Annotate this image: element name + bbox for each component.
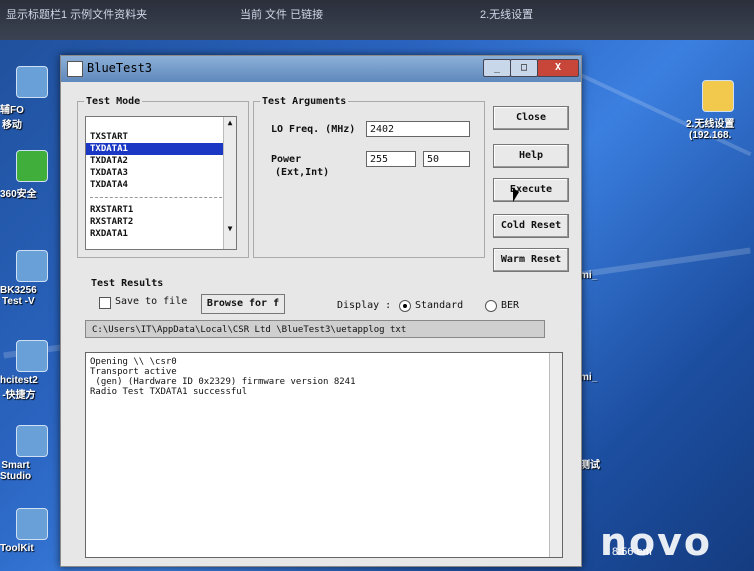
shield-icon	[16, 150, 48, 182]
desktop-icon-label: 360安全	[0, 189, 37, 200]
desktop-icon[interactable]: 360安全	[0, 150, 64, 200]
bluetest-window: BlueTest3 _ □ X Test Mode TXSTART TXDATA…	[60, 55, 582, 567]
clock: 8:56 em	[612, 546, 652, 558]
desktop-icon[interactable]: 辅FO 移动	[0, 66, 64, 131]
close-window-button[interactable]: X	[537, 59, 579, 77]
desktop-icon[interactable]: BK3256 Test -V	[0, 250, 64, 307]
desktop-icon[interactable]: 2.无线设置 (192.168.	[686, 80, 750, 141]
log-scrollbar[interactable]	[549, 353, 562, 557]
mouse-cursor-icon	[513, 188, 519, 202]
browse-button[interactable]: Browse for f	[201, 294, 285, 314]
warm-reset-button[interactable]: Warm Reset	[493, 248, 569, 272]
close-button[interactable]: Close	[493, 106, 569, 130]
list-item[interactable]: RXSTART1	[86, 204, 236, 216]
log-line: Radio Test TXDATA1 successful	[90, 387, 248, 397]
test-mode-legend: Test Mode	[86, 96, 141, 107]
log-line: (gen) (Hardware ID 0x2329) firmware vers…	[90, 377, 356, 387]
desktop-icon-label: ToolKit	[0, 543, 34, 554]
desktop-icon-label: 2.无线设置 (192.168.	[686, 119, 735, 141]
test-arguments-legend: Test Arguments	[262, 96, 347, 107]
desktop-icon-label: 辅FO 移动	[0, 105, 24, 131]
save-to-file-label: Save to file	[115, 296, 188, 307]
list-item[interactable]: TXDATA2	[86, 155, 236, 167]
app-icon	[16, 250, 48, 282]
app-icon	[16, 340, 48, 372]
desktop-icon[interactable]: Smart Studio	[0, 425, 64, 482]
test-mode-list[interactable]: TXSTART TXDATA1 TXDATA2 TXDATA3 TXDATA4 …	[85, 116, 237, 250]
list-scrollbar[interactable]: ▲ ▼	[223, 117, 236, 249]
power-ext-input[interactable]: 255	[366, 151, 416, 167]
list-item[interactable]: TXDATA4	[86, 179, 236, 191]
folder-icon	[16, 66, 48, 98]
list-item[interactable]: TXSTART	[86, 131, 236, 143]
desktop-icon-label: 测试	[580, 460, 600, 471]
list-item[interactable]: RXSTART2	[86, 216, 236, 228]
app-icon	[16, 508, 48, 540]
top-strip: 显示标题栏1 示例文件资料夹 当前 文件 已链接 2.无线设置	[0, 0, 754, 40]
desktop-icon-label: mi_	[580, 372, 598, 383]
power-int-input[interactable]: 50	[423, 151, 470, 167]
desktop-icon[interactable]: hcitest2 -快捷方	[0, 340, 64, 401]
log-path-field[interactable]: C:\Users\IT\AppData\Local\CSR Ltd \BlueT…	[85, 320, 545, 338]
display-label: Display :	[337, 300, 392, 311]
app-icon	[67, 61, 83, 77]
top-strip-text-2: 当前 文件 已链接	[240, 9, 324, 21]
ber-radio[interactable]	[485, 300, 497, 312]
list-item[interactable]: RXDATA1	[86, 228, 236, 240]
ber-label: BER	[501, 300, 520, 311]
standard-radio[interactable]	[399, 300, 411, 312]
log-line: Transport active	[90, 367, 177, 377]
lo-freq-label: LO Freq. (MHz)	[271, 124, 356, 135]
log-line: Opening \\ \csr0	[90, 357, 177, 367]
lo-freq-input[interactable]: 2402	[366, 121, 470, 137]
execute-button[interactable]: Execute	[493, 178, 569, 202]
list-separator	[90, 191, 232, 198]
maximize-button[interactable]: □	[510, 59, 538, 77]
desktop-icon[interactable]: ToolKit	[0, 508, 64, 554]
results-log[interactable]: Opening \\ \csr0 Transport active (gen) …	[85, 352, 563, 558]
title-bar[interactable]: BlueTest3 _ □ X	[61, 56, 581, 82]
power-label: Power	[271, 154, 302, 165]
top-strip-text-3: 2.无线设置	[480, 9, 534, 21]
list-item[interactable]: TXDATA3	[86, 167, 236, 179]
cold-reset-button[interactable]: Cold Reset	[493, 214, 569, 238]
scroll-down-icon[interactable]: ▼	[224, 223, 236, 235]
app-icon	[16, 425, 48, 457]
save-to-file-checkbox[interactable]	[99, 297, 111, 309]
top-strip-text-1: 显示标题栏1 示例文件资料夹	[6, 9, 148, 21]
desktop-icon-label: Smart Studio	[0, 460, 32, 482]
help-button[interactable]: Help	[493, 144, 569, 168]
minimize-button[interactable]: _	[483, 59, 511, 77]
desktop-icon-label: BK3256 Test -V	[0, 285, 37, 307]
test-results-legend: Test Results	[91, 278, 164, 289]
folder-icon	[702, 80, 734, 112]
desktop-icon-label: mi_	[580, 270, 598, 281]
desktop-icon-label: hcitest2 -快捷方	[0, 375, 38, 401]
standard-label: Standard	[415, 300, 464, 311]
window-title: BlueTest3	[87, 61, 153, 75]
power-sublabel: (Ext,Int)	[275, 167, 330, 178]
list-item-selected[interactable]: TXDATA1	[86, 143, 236, 155]
scroll-up-icon[interactable]: ▲	[224, 117, 236, 129]
